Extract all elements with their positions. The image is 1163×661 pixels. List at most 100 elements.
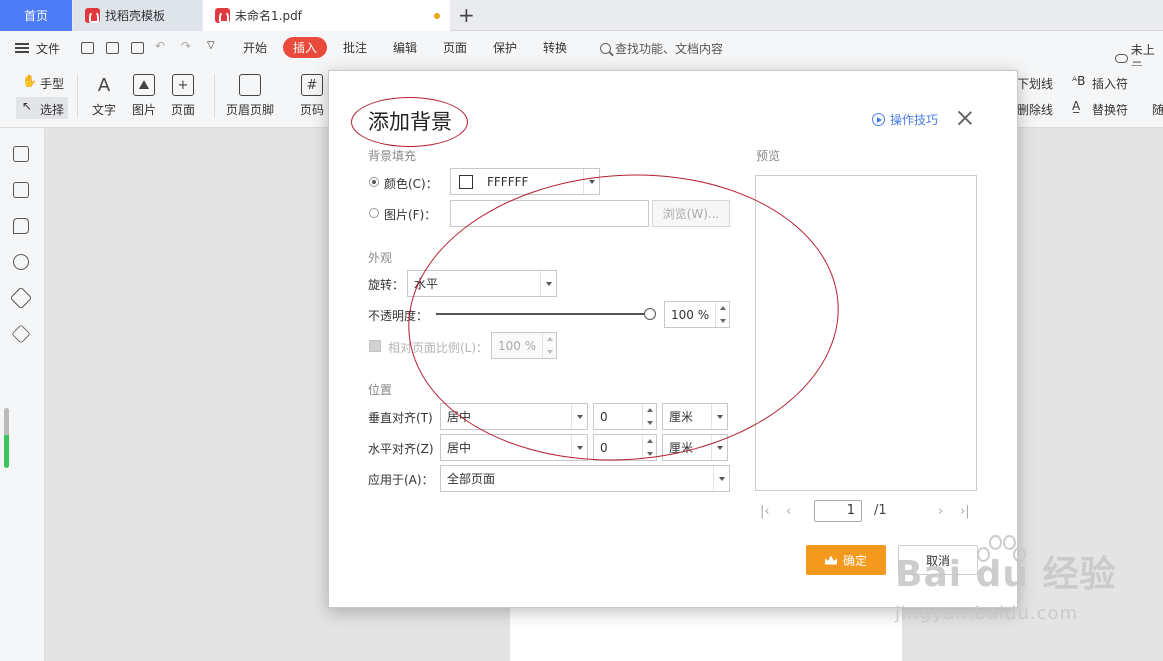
new-tab-plus-icon[interactable]: + xyxy=(458,4,475,26)
current-page-input[interactable]: 1 xyxy=(814,500,862,522)
replace-symbol-icon: A̲ xyxy=(1072,99,1081,113)
scale-label: 相对页面比例(L)： xyxy=(388,341,489,355)
unsaved-indicator xyxy=(434,13,440,19)
preview-pane xyxy=(755,175,977,491)
preview-heading: 预览 xyxy=(756,149,781,163)
confirm-button[interactable]: 确定 xyxy=(806,545,886,575)
cancel-button[interactable]: 取消 xyxy=(898,545,978,575)
tab-document-label: 未命名1.pdf xyxy=(235,9,302,23)
select-tool-button[interactable]: 选择 xyxy=(40,101,64,118)
stepper-arrows-icon[interactable] xyxy=(642,404,656,429)
feature-search[interactable]: 查找功能、文档内容 xyxy=(600,40,723,57)
chevron-down-icon xyxy=(711,435,727,460)
save-icon[interactable] xyxy=(106,42,119,54)
insert-symbol-icon: ᴬB xyxy=(1072,74,1086,88)
color-picker[interactable]: FFFFFF xyxy=(450,168,600,195)
appearance-section-heading: 外观 xyxy=(368,251,393,265)
bookmark-icon[interactable] xyxy=(13,146,29,162)
undo-icon[interactable]: ↶ xyxy=(155,39,165,53)
attachment-icon[interactable] xyxy=(13,254,29,270)
menu-tab-convert[interactable]: 转换 xyxy=(543,39,567,56)
hand-tool-button[interactable]: 手型 xyxy=(40,75,64,92)
insert-symbol-button[interactable]: 插入符 xyxy=(1092,75,1128,92)
total-pages: /1 xyxy=(874,503,887,518)
replace-symbol-button[interactable]: 替换符 xyxy=(1092,101,1128,118)
next-page-icon[interactable]: › xyxy=(938,504,943,519)
toolbar-divider xyxy=(214,74,215,118)
last-page-icon[interactable]: ›| xyxy=(960,504,970,519)
signature-icon[interactable] xyxy=(9,286,33,310)
menu-tab-insert[interactable]: 插入 xyxy=(283,37,328,58)
tab-home[interactable]: 首页 xyxy=(0,0,72,31)
vertical-align-select[interactable]: 居中 xyxy=(440,403,588,430)
insert-image-button[interactable]: ⛰ 图片 xyxy=(132,74,156,118)
scale-value: 100 % xyxy=(498,338,537,353)
redo-icon[interactable]: ↷ xyxy=(181,39,191,53)
insert-text-button[interactable]: A 文字 xyxy=(92,74,116,118)
page-number-icon: # xyxy=(301,74,323,96)
scale-stepper[interactable]: 100 % xyxy=(491,332,557,359)
stepper-arrows-icon[interactable] xyxy=(715,302,729,327)
vertical-unit-value: 厘米 xyxy=(669,410,694,424)
chevron-down-icon xyxy=(571,435,587,460)
prev-page-icon[interactable]: ‹ xyxy=(786,504,791,519)
image-label: 图片(F)： xyxy=(384,208,437,222)
color-swatch xyxy=(459,174,473,189)
layers-icon[interactable] xyxy=(11,324,31,344)
first-page-icon[interactable]: |‹ xyxy=(760,504,770,519)
quick-access-dropdown-icon[interactable]: ▽ xyxy=(207,40,215,51)
header-footer-button[interactable]: 页眉页脚 xyxy=(226,74,274,118)
opacity-slider-handle[interactable] xyxy=(644,308,656,320)
pdf-file-icon xyxy=(215,8,230,23)
rotation-value: 水平 xyxy=(414,277,439,291)
apply-to-select[interactable]: 全部页面 xyxy=(440,465,730,492)
tab-home-label: 首页 xyxy=(23,9,48,23)
strikethrough-button[interactable]: 删除线 xyxy=(1017,101,1053,118)
partial-toolbar-item[interactable]: 随 xyxy=(1152,101,1163,118)
stepper-arrows-icon[interactable] xyxy=(542,333,556,358)
apply-to-value: 全部页面 xyxy=(447,472,496,486)
vertical-align-label: 垂直对齐(T) xyxy=(368,411,433,425)
menu-tab-edit[interactable]: 编辑 xyxy=(393,39,417,56)
image-radio[interactable] xyxy=(369,208,379,218)
print-icon[interactable] xyxy=(131,42,144,54)
image-icon: ⛰ xyxy=(133,74,155,96)
help-tips-link[interactable]: 操作技巧 xyxy=(872,111,938,128)
image-path-input[interactable] xyxy=(450,200,649,227)
opacity-value: 100 % xyxy=(671,307,710,322)
vertical-unit-select[interactable]: 厘米 xyxy=(662,403,728,430)
help-tips-label: 操作技巧 xyxy=(890,113,939,127)
menu-tab-page[interactable]: 页面 xyxy=(443,39,467,56)
opacity-stepper[interactable]: 100 % xyxy=(664,301,730,328)
horizontal-offset-stepper[interactable]: 0 xyxy=(593,434,657,461)
horizontal-align-select[interactable]: 居中 xyxy=(440,434,588,461)
baidu-paw-logo xyxy=(975,533,1026,573)
hamburger-menu-icon[interactable] xyxy=(15,43,29,53)
cursor-icon: ↖ xyxy=(22,99,33,113)
play-icon xyxy=(872,113,885,126)
comment-icon[interactable] xyxy=(13,218,29,234)
file-menu[interactable]: 文件 xyxy=(36,40,60,57)
thumbnail-icon[interactable] xyxy=(13,182,29,198)
rotation-select[interactable]: 水平 xyxy=(407,270,557,297)
close-icon[interactable] xyxy=(957,110,973,126)
tab-template-store[interactable]: 找稻壳模板 xyxy=(73,0,202,31)
horizontal-unit-select[interactable]: 厘米 xyxy=(662,434,728,461)
scale-checkbox[interactable] xyxy=(369,340,381,352)
browse-button[interactable]: 浏览(W)... xyxy=(652,200,730,227)
tab-document[interactable]: 未命名1.pdf xyxy=(203,0,450,31)
insert-page-button[interactable]: + 页面 xyxy=(171,74,195,118)
page-number-button[interactable]: # 页码 xyxy=(300,74,324,118)
menu-tab-comment[interactable]: 批注 xyxy=(343,39,367,56)
sidebar-resize-handle[interactable] xyxy=(4,408,9,468)
menu-tab-protect[interactable]: 保护 xyxy=(493,39,517,56)
stepper-arrows-icon[interactable] xyxy=(642,435,656,460)
color-label: 颜色(C)： xyxy=(384,177,438,191)
open-folder-icon[interactable] xyxy=(81,42,94,54)
underline-button[interactable]: 下划线 xyxy=(1017,75,1053,92)
menu-tab-start[interactable]: 开始 xyxy=(243,39,267,56)
opacity-slider-track[interactable] xyxy=(436,313,648,315)
vertical-offset-stepper[interactable]: 0 xyxy=(593,403,657,430)
chevron-down-icon xyxy=(711,404,727,429)
color-radio[interactable] xyxy=(369,177,379,187)
